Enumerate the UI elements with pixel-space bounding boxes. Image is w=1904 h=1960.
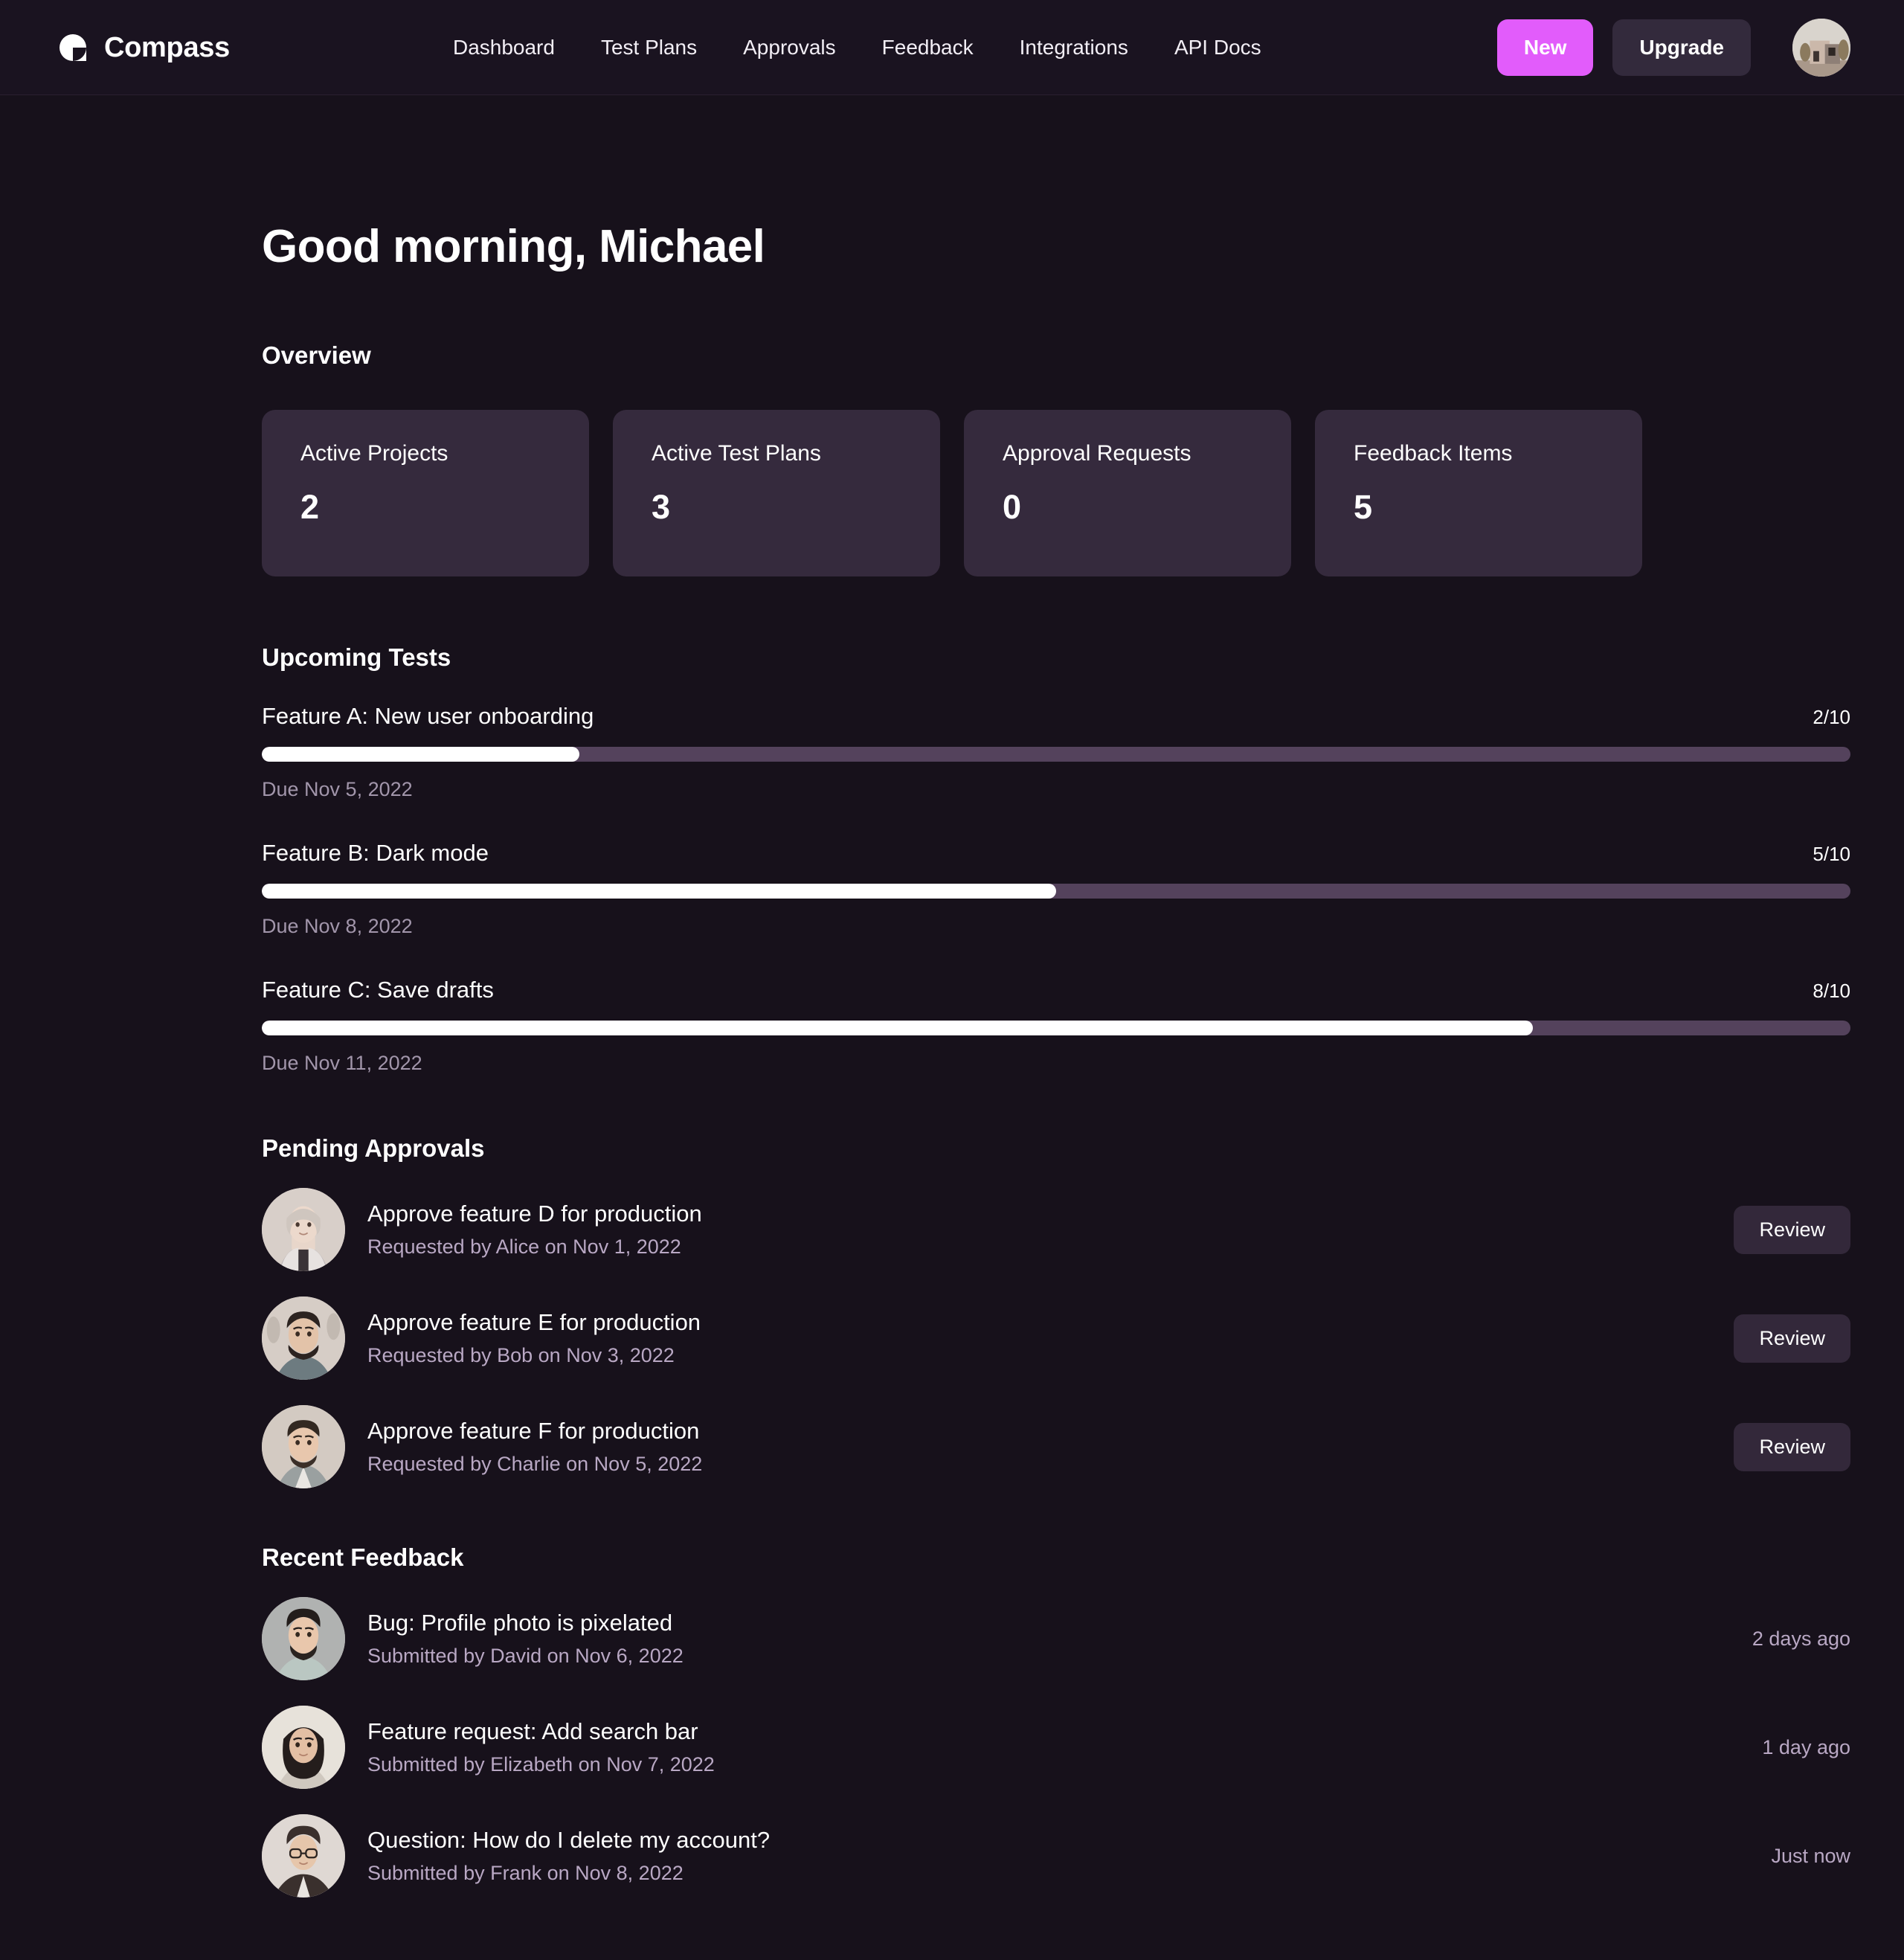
stat-card-active-test-plans[interactable]: Active Test Plans 3 xyxy=(613,410,940,576)
page-title: Good morning, Michael xyxy=(262,221,765,272)
progress-bar[interactable] xyxy=(262,747,1850,762)
top-navigation-bar: Compass Dashboard Test Plans Approvals F… xyxy=(0,0,1904,95)
review-button[interactable]: Review xyxy=(1734,1205,1850,1254)
approval-row-body: Approve feature E for production Request… xyxy=(367,1309,1734,1368)
recent-feedback-heading: Recent Feedback xyxy=(262,1543,464,1571)
feedback-row-body: Question: How do I delete my account? Su… xyxy=(367,1827,1771,1886)
stat-value: 0 xyxy=(1003,488,1022,526)
nav-item-feedback[interactable]: Feedback xyxy=(882,36,974,58)
approval-subtitle: Requested by Charlie on Nov 5, 2022 xyxy=(367,1453,703,1476)
overview-stat-cards: Active Projects 2 Active Test Plans 3 Ap… xyxy=(262,410,1850,576)
nav-item-integrations[interactable]: Integrations xyxy=(1020,36,1128,58)
stat-value: 3 xyxy=(652,488,671,526)
avatar[interactable] xyxy=(1792,18,1850,77)
test-row: Feature A: New user onboarding 2/10 Due … xyxy=(262,704,1850,800)
review-button[interactable]: Review xyxy=(1734,1422,1850,1471)
nav-actions: New Upgrade xyxy=(1496,18,1850,77)
test-due-date: Due Nov 8, 2022 xyxy=(262,915,413,937)
feedback-row-body: Bug: Profile photo is pixelated Submitte… xyxy=(367,1610,1752,1668)
pending-approvals-list: Approve feature D for production Request… xyxy=(262,1188,1850,1488)
test-name: Feature C: Save drafts xyxy=(262,977,494,1003)
progress-bar[interactable] xyxy=(262,1021,1850,1035)
feedback-title: Bug: Profile photo is pixelated xyxy=(367,1609,673,1636)
pending-approvals-heading: Pending Approvals xyxy=(262,1134,485,1162)
approval-row-body: Approve feature D for production Request… xyxy=(367,1201,1734,1259)
avatar xyxy=(262,1597,345,1680)
feedback-row: Feature request: Add search bar Submitte… xyxy=(262,1706,1850,1789)
approval-row: Approve feature D for production Request… xyxy=(262,1188,1850,1271)
test-row-header: Feature A: New user onboarding 2/10 xyxy=(262,704,1850,727)
test-name: Feature B: Dark mode xyxy=(262,840,489,866)
feedback-row-body: Feature request: Add search bar Submitte… xyxy=(367,1718,1762,1777)
nav-item-dashboard[interactable]: Dashboard xyxy=(453,36,555,58)
dashboard-main: Good morning, Michael Overview Active Pr… xyxy=(0,220,1904,1960)
feedback-row: Bug: Profile photo is pixelated Submitte… xyxy=(262,1597,1850,1680)
avatar xyxy=(262,1405,345,1488)
approval-row: Approve feature F for production Request… xyxy=(262,1405,1850,1488)
test-due-date: Due Nov 11, 2022 xyxy=(262,1052,422,1074)
feedback-timestamp: Just now xyxy=(1771,1844,1850,1867)
upcoming-tests-heading: Upcoming Tests xyxy=(262,643,451,671)
approval-subtitle: Requested by Bob on Nov 3, 2022 xyxy=(367,1344,675,1367)
test-row-header: Feature C: Save drafts 8/10 xyxy=(262,978,1850,1001)
feedback-row: Question: How do I delete my account? Su… xyxy=(262,1814,1850,1898)
nav-item-api-docs[interactable]: API Docs xyxy=(1174,36,1261,58)
avatar xyxy=(262,1706,345,1789)
approval-row-body: Approve feature F for production Request… xyxy=(367,1418,1734,1477)
feedback-title: Feature request: Add search bar xyxy=(367,1718,698,1744)
approval-title: Approve feature F for production xyxy=(367,1417,700,1444)
page-bottom-spacer xyxy=(262,1898,1850,1960)
avatar xyxy=(262,1814,345,1898)
test-row-header: Feature B: Dark mode 5/10 xyxy=(262,841,1850,864)
progress-bar-fill xyxy=(262,1021,1533,1035)
stat-card-feedback-items[interactable]: Feedback Items 5 xyxy=(1315,410,1642,576)
avatar xyxy=(262,1188,345,1271)
new-button[interactable]: New xyxy=(1496,19,1594,76)
stat-label: Active Projects xyxy=(300,441,448,466)
test-row: Feature B: Dark mode 5/10 Due Nov 8, 202… xyxy=(262,841,1850,936)
approval-subtitle: Requested by Alice on Nov 1, 2022 xyxy=(367,1236,681,1259)
feedback-subtitle: Submitted by Frank on Nov 8, 2022 xyxy=(367,1862,684,1885)
stat-card-active-projects[interactable]: Active Projects 2 xyxy=(262,410,589,576)
review-button[interactable]: Review xyxy=(1734,1314,1850,1363)
test-name: Feature A: New user onboarding xyxy=(262,703,594,729)
compass-pac-logo-icon xyxy=(58,33,88,62)
approval-row: Approve feature E for production Request… xyxy=(262,1297,1850,1380)
feedback-title: Question: How do I delete my account? xyxy=(367,1826,771,1853)
stat-label: Approval Requests xyxy=(1003,441,1191,466)
progress-bar[interactable] xyxy=(262,884,1850,899)
feedback-subtitle: Submitted by David on Nov 6, 2022 xyxy=(367,1645,684,1668)
avatar xyxy=(262,1297,345,1380)
primary-nav: Dashboard Test Plans Approvals Feedback … xyxy=(453,36,1261,58)
approval-title: Approve feature D for production xyxy=(367,1200,702,1227)
stat-value: 2 xyxy=(300,488,320,526)
brand-name: Compass xyxy=(104,31,230,63)
test-due-date: Due Nov 5, 2022 xyxy=(262,778,413,800)
nav-item-approvals[interactable]: Approvals xyxy=(743,36,836,58)
test-row: Feature C: Save drafts 8/10 Due Nov 11, … xyxy=(262,978,1850,1073)
progress-bar-fill xyxy=(262,747,580,762)
brand-logo[interactable]: Compass xyxy=(58,33,230,62)
overview-heading: Overview xyxy=(262,341,371,369)
upcoming-tests-list: Feature A: New user onboarding 2/10 Due … xyxy=(262,704,1850,1073)
feedback-timestamp: 2 days ago xyxy=(1752,1627,1850,1650)
approval-title: Approve feature E for production xyxy=(367,1308,701,1335)
stat-value: 5 xyxy=(1354,488,1373,526)
test-progress-count: 2/10 xyxy=(1813,706,1850,728)
stat-card-approval-requests[interactable]: Approval Requests 0 xyxy=(964,410,1291,576)
recent-feedback-list: Bug: Profile photo is pixelated Submitte… xyxy=(262,1597,1850,1898)
feedback-subtitle: Submitted by Elizabeth on Nov 7, 2022 xyxy=(367,1753,715,1776)
test-progress-count: 5/10 xyxy=(1813,843,1850,865)
stat-label: Active Test Plans xyxy=(652,441,821,466)
progress-bar-fill xyxy=(262,884,1056,899)
feedback-timestamp: 1 day ago xyxy=(1762,1735,1850,1758)
test-progress-count: 8/10 xyxy=(1813,980,1850,1002)
stat-label: Feedback Items xyxy=(1354,441,1513,466)
upgrade-button[interactable]: Upgrade xyxy=(1612,19,1751,76)
nav-item-test-plans[interactable]: Test Plans xyxy=(601,36,697,58)
